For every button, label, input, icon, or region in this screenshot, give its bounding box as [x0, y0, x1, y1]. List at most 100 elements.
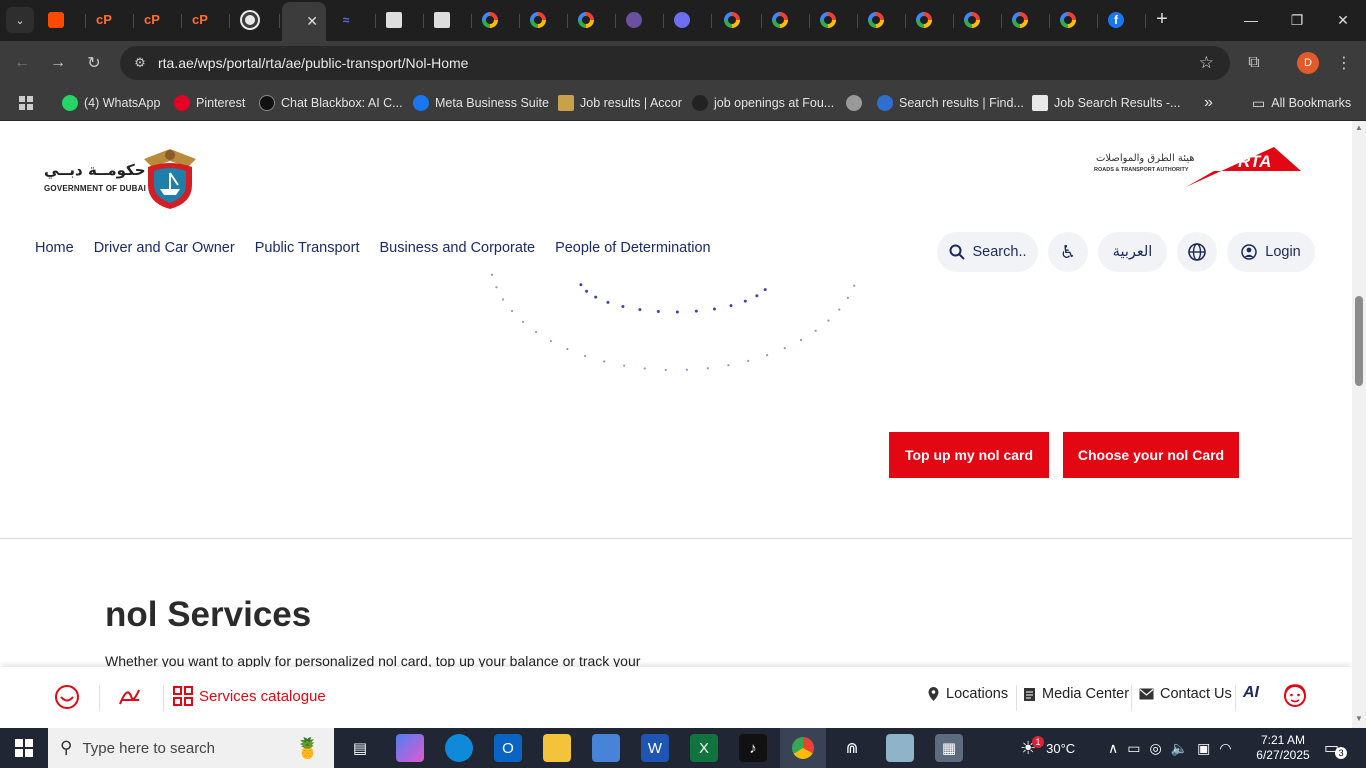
tab[interactable]: cP	[88, 6, 134, 34]
apps-icon[interactable]	[18, 92, 34, 114]
tab[interactable]	[956, 6, 1002, 34]
tiktok-icon[interactable]: ♪	[739, 734, 767, 762]
close-window-button[interactable]: ✕	[1320, 0, 1366, 40]
tab[interactable]: ≈	[330, 6, 376, 34]
chevron-up-icon[interactable]: ∧	[1108, 740, 1118, 757]
reload-icon[interactable]: ↻	[80, 49, 108, 77]
tab[interactable]	[716, 6, 762, 34]
government-of-dubai-logo[interactable]: حكومــة دبــي GOVERNMENT OF DUBAI	[42, 145, 202, 211]
menu-icon[interactable]: ⋮	[1330, 49, 1358, 77]
all-bookmarks[interactable]: ▭ All Bookmarks	[1252, 92, 1351, 114]
signature-button[interactable]	[117, 684, 143, 710]
tab[interactable]: f	[1100, 6, 1146, 34]
windows-start-icon[interactable]	[10, 734, 38, 762]
bookmark-accor[interactable]: Job results | Accor	[558, 92, 682, 114]
top-up-nol-card-button[interactable]: Top up my nol card	[889, 432, 1049, 478]
tab-search-button[interactable]: ⌄	[6, 7, 34, 33]
notifications-button[interactable]: ▭ 3	[1324, 728, 1348, 768]
close-tab-icon[interactable]: ✕	[306, 13, 318, 30]
tab[interactable]	[474, 6, 520, 34]
ai-assistant-button[interactable]: AI	[1243, 684, 1259, 702]
language-globe-button[interactable]	[1177, 232, 1217, 272]
forward-icon[interactable]: →	[44, 49, 72, 77]
rta-logo[interactable]: هيئة الطرق والمواصلات ROADS & TRANSPORT …	[1094, 145, 1304, 191]
choose-nol-card-button[interactable]: Choose your nol Card	[1063, 432, 1239, 478]
excel-icon[interactable]: X	[690, 734, 718, 762]
bookmark-whatsapp[interactable]: (4) WhatsApp	[62, 92, 160, 114]
volume-icon[interactable]: 🔈	[1171, 740, 1188, 757]
calculator-icon[interactable]: ▦	[935, 734, 963, 762]
tab[interactable]	[812, 6, 858, 34]
bookmark-blackbox[interactable]: Chat Blackbox: AI C...	[259, 92, 403, 114]
search-button[interactable]: Search..	[937, 232, 1038, 272]
task-view-icon[interactable]: ▤	[346, 734, 374, 762]
url-text[interactable]: rta.ae/wps/portal/rta/ae/public-transpor…	[158, 55, 468, 71]
store-icon[interactable]	[592, 734, 620, 762]
tab[interactable]	[570, 6, 616, 34]
arabic-language-button[interactable]: العربية	[1098, 232, 1167, 272]
chat-agent-button[interactable]	[1282, 683, 1308, 711]
taskbar-search-box[interactable]: ⚲ Type here to search 🍍	[48, 728, 334, 768]
clock[interactable]: 7:21 AM 6/27/2025	[1253, 728, 1313, 768]
tab[interactable]	[764, 6, 810, 34]
network-alert-icon[interactable]: ▣	[1197, 740, 1210, 757]
camera-icon[interactable]: ◎	[1149, 740, 1161, 757]
bookmark-meta[interactable]: Meta Business Suite	[413, 92, 549, 114]
scroll-up-arrow[interactable]: ▲	[1355, 123, 1363, 132]
file-explorer-icon[interactable]	[543, 734, 571, 762]
nav-home[interactable]: Home	[35, 240, 74, 256]
nav-driver-and-car-owner[interactable]: Driver and Car Owner	[94, 240, 235, 256]
more-bookmarks-icon[interactable]: »	[1204, 92, 1213, 114]
new-tab-button[interactable]: +	[1150, 8, 1174, 32]
address-bar[interactable]: ⚙ rta.ae/wps/portal/rta/ae/public-transp…	[120, 46, 1230, 80]
maximize-button[interactable]: ❐	[1274, 0, 1320, 40]
login-button[interactable]: Login	[1227, 232, 1315, 272]
bookmark-job-search-results[interactable]: Job Search Results -...	[1032, 92, 1180, 114]
tab[interactable]	[234, 6, 280, 34]
chrome-taskbar-button[interactable]	[780, 728, 826, 768]
word-icon[interactable]: W	[641, 734, 669, 762]
wifi-icon[interactable]: ◠	[1219, 740, 1231, 757]
contact-us-link[interactable]: Contact Us	[1139, 686, 1232, 702]
bookmark-star-icon[interactable]: ☆	[1199, 53, 1214, 73]
scroll-down-arrow[interactable]: ▼	[1355, 714, 1363, 723]
copilot-icon[interactable]	[396, 734, 424, 762]
site-settings-icon[interactable]: ⚙	[128, 55, 152, 71]
tab[interactable]	[1004, 6, 1050, 34]
page-scrollbar[interactable]: ▲ ▼	[1352, 121, 1366, 728]
locations-link[interactable]: Locations	[927, 686, 1008, 702]
tab[interactable]	[1052, 6, 1098, 34]
accessibility-button[interactable]: ♿	[1048, 232, 1088, 272]
bookmark-job-openings[interactable]: job openings at Fou...	[692, 92, 834, 114]
profile-avatar[interactable]: D	[1297, 52, 1319, 74]
smiley-feedback-button[interactable]	[54, 684, 80, 710]
media-center-link[interactable]: Media Center	[1023, 686, 1129, 702]
back-icon[interactable]: ←	[8, 49, 36, 77]
tab[interactable]	[908, 6, 954, 34]
bookmark-search-results[interactable]: Search results | Find...	[877, 92, 1024, 114]
edge-icon[interactable]	[445, 734, 473, 762]
tab[interactable]: cP	[184, 6, 230, 34]
bookmark-pinterest[interactable]: Pinterest	[174, 92, 245, 114]
nav-business-and-corporate[interactable]: Business and Corporate	[379, 240, 535, 256]
vpn-icon[interactable]: ⋒	[838, 734, 866, 762]
tab[interactable]	[378, 6, 424, 34]
tab[interactable]	[522, 6, 568, 34]
minimize-button[interactable]: —	[1228, 0, 1274, 40]
tab[interactable]	[666, 6, 712, 34]
notes-icon[interactable]	[886, 734, 914, 762]
outlook-icon[interactable]: O	[494, 734, 522, 762]
tab-active-rta[interactable]: ✕	[282, 2, 326, 41]
scroll-thumb[interactable]	[1355, 296, 1363, 386]
battery-icon[interactable]: ▭	[1127, 740, 1140, 757]
tab[interactable]	[618, 6, 664, 34]
tab[interactable]	[860, 6, 906, 34]
nav-public-transport[interactable]: Public Transport	[255, 240, 360, 256]
weather-widget[interactable]: ☀ 1 30°C	[1020, 728, 1075, 768]
tab[interactable]	[40, 6, 86, 34]
nav-people-of-determination[interactable]: People of Determination	[555, 240, 711, 256]
tab[interactable]: cP	[136, 6, 182, 34]
services-catalogue-button[interactable]: Services catalogue	[173, 686, 326, 706]
globe-icon[interactable]	[846, 92, 862, 114]
extensions-icon[interactable]: ⧉	[1240, 49, 1268, 77]
